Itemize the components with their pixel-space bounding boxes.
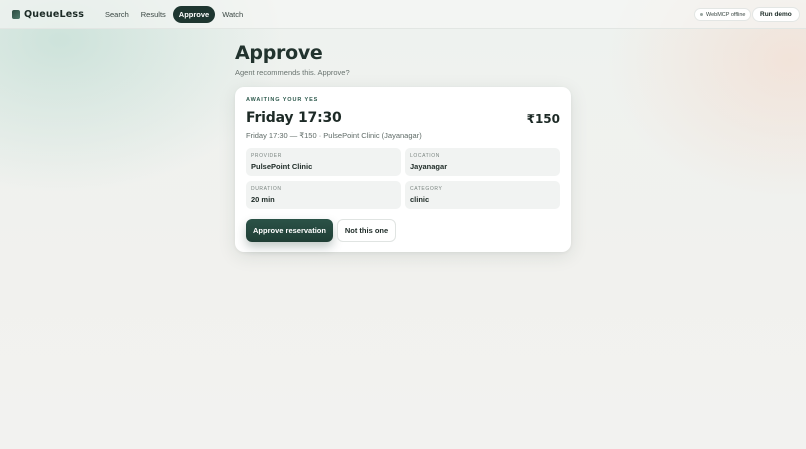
detail-location: LOCATION Jayanagar xyxy=(405,148,560,176)
not-this-one-button[interactable]: Not this one xyxy=(337,219,396,242)
detail-label: DURATION xyxy=(251,186,282,192)
appointment-summary: Friday 17:30 — ₹150 · PulsePoint Clinic … xyxy=(246,131,422,140)
top-navigation-bar: QueueLess Search Results Approve Watch W… xyxy=(0,0,806,29)
nav-item-watch[interactable]: Watch xyxy=(217,6,248,23)
detail-value: Jayanagar xyxy=(410,162,448,171)
detail-value: PulsePoint Clinic xyxy=(251,162,313,171)
detail-provider: PROVIDER PulsePoint Clinic xyxy=(246,148,401,176)
status-dot-icon xyxy=(700,13,703,16)
main-nav: Search Results Approve Watch xyxy=(100,6,248,23)
detail-label: PROVIDER xyxy=(251,153,282,159)
detail-value: clinic xyxy=(410,195,430,204)
nav-item-search[interactable]: Search xyxy=(100,6,134,23)
page-subtitle: Agent recommends this. Approve? xyxy=(235,68,350,77)
webmcp-status-label: WebMCP offline xyxy=(706,11,746,18)
detail-label: LOCATION xyxy=(410,153,440,159)
detail-label: CATEGORY xyxy=(410,186,443,192)
detail-value: 20 min xyxy=(251,195,275,204)
detail-duration: DURATION 20 min xyxy=(246,181,401,209)
appointment-price: ₹150 xyxy=(526,112,560,126)
webmcp-status-badge: WebMCP offline xyxy=(694,8,752,21)
run-demo-button[interactable]: Run demo xyxy=(752,7,800,22)
queueless-logo-icon xyxy=(12,10,20,19)
brand-logo[interactable]: QueueLess xyxy=(12,9,84,20)
brand-name: QueueLess xyxy=(24,9,85,20)
detail-category: CATEGORY clinic xyxy=(405,181,560,209)
approval-card: AWAITING YOUR YES Friday 17:30 ₹150 Frid… xyxy=(235,87,571,252)
nav-item-approve[interactable]: Approve xyxy=(172,6,216,23)
appointment-time: Friday 17:30 xyxy=(246,110,342,126)
nav-item-results[interactable]: Results xyxy=(136,6,171,23)
card-eyebrow: AWAITING YOUR YES xyxy=(246,97,319,103)
page-title: Approve xyxy=(235,42,323,64)
approve-reservation-button[interactable]: Approve reservation xyxy=(246,219,333,242)
